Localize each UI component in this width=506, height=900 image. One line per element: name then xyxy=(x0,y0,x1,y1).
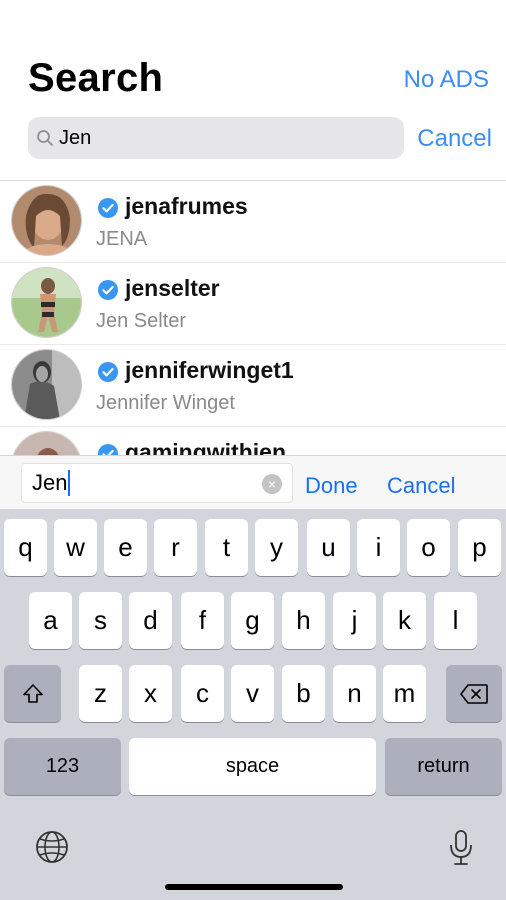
list-item[interactable]: jenniferwinget1 Jennifer Winget xyxy=(0,345,506,427)
key-w[interactable]: w xyxy=(54,519,97,576)
key-n[interactable]: n xyxy=(333,665,376,722)
full-name: Jen Selter xyxy=(96,310,187,332)
search-icon xyxy=(37,130,53,146)
space-key[interactable]: space xyxy=(129,738,376,795)
text-caret xyxy=(68,470,71,496)
username: jenniferwinget1 xyxy=(125,357,294,383)
key-k[interactable]: k xyxy=(383,592,426,649)
key-o[interactable]: o xyxy=(407,519,450,576)
full-name: Jennifer Winget xyxy=(96,392,235,414)
accessory-cancel-button[interactable]: Cancel xyxy=(387,473,455,499)
search-field[interactable]: Jen × xyxy=(21,463,293,503)
list-item[interactable]: jenselter Jen Selter xyxy=(0,263,506,345)
key-s[interactable]: s xyxy=(79,592,122,649)
key-m[interactable]: m xyxy=(383,665,426,722)
keyboard: q w e r t y u i o p a s d f g h j k l z … xyxy=(0,509,506,900)
key-h[interactable]: h xyxy=(282,592,325,649)
key-b[interactable]: b xyxy=(282,665,325,722)
header: Search No ADS Jen Cancel xyxy=(0,0,506,180)
key-i[interactable]: i xyxy=(357,519,400,576)
numbers-key[interactable]: 123 xyxy=(4,738,121,795)
verified-badge-icon xyxy=(98,362,118,382)
key-d[interactable]: d xyxy=(129,592,172,649)
key-c[interactable]: c xyxy=(181,665,224,722)
home-indicator xyxy=(165,884,343,890)
cancel-button[interactable]: Cancel xyxy=(417,125,492,153)
list-item[interactable]: gamingwithjen xyxy=(0,427,506,455)
keyboard-accessory-bar: Jen × Done Cancel xyxy=(0,455,506,509)
avatar xyxy=(11,431,82,455)
key-l[interactable]: l xyxy=(434,592,477,649)
backspace-icon xyxy=(460,683,488,704)
key-y[interactable]: y xyxy=(255,519,298,576)
username: jenselter xyxy=(125,275,220,301)
username: gamingwithjen xyxy=(125,439,286,455)
shift-icon xyxy=(22,683,43,703)
results-list: jenafrumes JENA jenselter Jen Selter jen… xyxy=(0,181,506,455)
clear-icon[interactable]: × xyxy=(262,474,282,494)
verified-badge-icon xyxy=(98,198,118,218)
page-title: Search xyxy=(28,56,164,100)
key-g[interactable]: g xyxy=(231,592,274,649)
key-v[interactable]: v xyxy=(231,665,274,722)
verified-badge-icon xyxy=(98,444,118,455)
search-field-value: Jen xyxy=(32,470,68,495)
avatar xyxy=(11,267,82,338)
microphone-icon[interactable] xyxy=(448,829,474,867)
key-t[interactable]: t xyxy=(205,519,248,576)
return-key[interactable]: return xyxy=(385,738,502,795)
key-r[interactable]: r xyxy=(154,519,197,576)
search-input[interactable]: Jen xyxy=(59,127,91,150)
key-j[interactable]: j xyxy=(333,592,376,649)
globe-icon[interactable] xyxy=(34,829,70,865)
key-u[interactable]: u xyxy=(307,519,350,576)
shift-key[interactable] xyxy=(4,665,61,722)
done-button[interactable]: Done xyxy=(305,473,358,499)
key-a[interactable]: a xyxy=(29,592,72,649)
key-f[interactable]: f xyxy=(181,592,224,649)
no-ads-button[interactable]: No ADS xyxy=(404,66,489,94)
key-z[interactable]: z xyxy=(79,665,122,722)
verified-badge-icon xyxy=(98,280,118,300)
full-name: JENA xyxy=(96,228,148,250)
search-bar[interactable]: Jen xyxy=(28,117,404,159)
avatar xyxy=(11,185,82,256)
key-q[interactable]: q xyxy=(4,519,47,576)
key-p[interactable]: p xyxy=(458,519,501,576)
avatar xyxy=(11,349,82,420)
backspace-key[interactable] xyxy=(446,665,502,722)
username: jenafrumes xyxy=(125,193,248,219)
key-x[interactable]: x xyxy=(129,665,172,722)
list-item[interactable]: jenafrumes JENA xyxy=(0,181,506,263)
key-e[interactable]: e xyxy=(104,519,147,576)
